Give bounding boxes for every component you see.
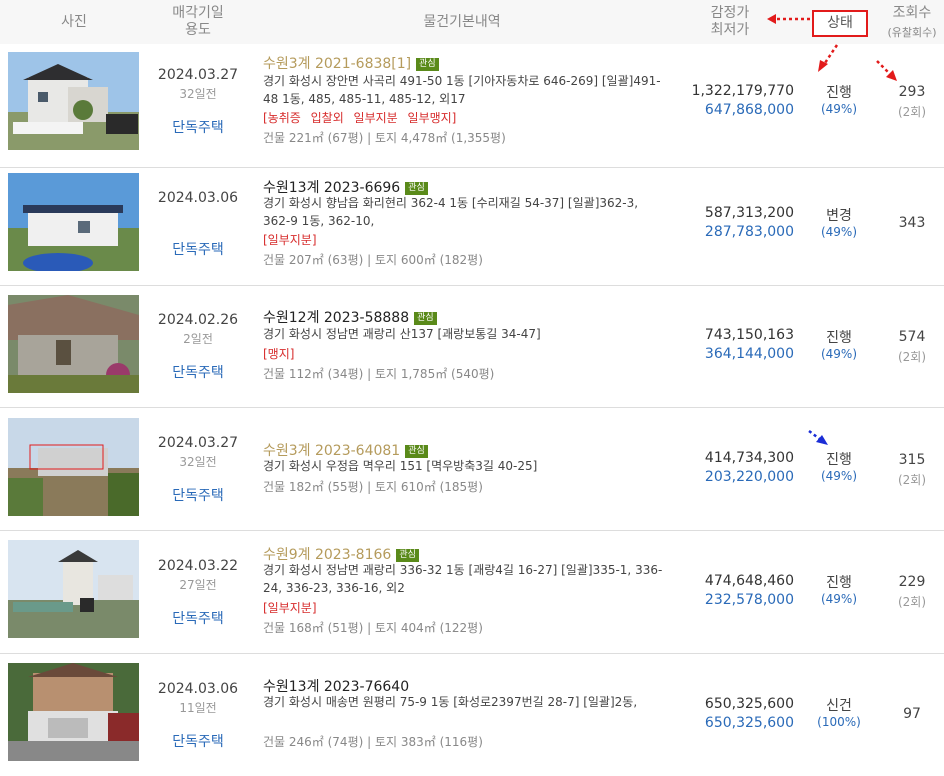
interest-tag[interactable]: 관심 (414, 312, 437, 325)
status-percent: (100%) (817, 715, 861, 729)
table-row[interactable]: 2024.03.06 단독주택 수원13계 2023-6696 관심 경기 화성시… (0, 163, 944, 286)
usage-type-link[interactable]: 단독주택 (146, 362, 250, 382)
min-price: 364,144,000 (704, 346, 794, 362)
interest-tag[interactable]: 관심 (416, 58, 439, 71)
property-area: 건물 112㎡ (34평) | 토지 1,785㎡ (540평) (263, 367, 495, 381)
min-price: 287,783,000 (704, 224, 794, 240)
header-photo: 사진 (61, 14, 87, 30)
header-appraisal[interactable]: 감정가 (700, 5, 760, 22)
usage-type-link[interactable]: 단독주택 (146, 485, 250, 505)
case-number[interactable]: 수원12계 2023-58888 (263, 310, 409, 326)
appraisal-price: 414,734,300 (704, 450, 794, 466)
property-area: 건물 246㎡ (74평) | 토지 383㎡ (116평) (263, 735, 483, 749)
property-area: 건물 207㎡ (63평) | 토지 600㎡ (182평) (263, 253, 483, 267)
table-row[interactable]: 2024.03.27 32일전 단독주택 수원3계 2023-64081 관심 경… (0, 408, 944, 531)
property-address: 경기 화성시 정남면 괘랑리 336-32 1동 [괘랑4길 16-27] [일… (263, 563, 663, 595)
days-ago: 32일전 (179, 455, 217, 469)
case-number-link[interactable]: 수원12계 2023-58888 관심 (263, 307, 437, 327)
status-percent: (49%) (820, 592, 858, 606)
header-details: 물건기본내역 (423, 14, 501, 30)
status-percent: (49%) (820, 469, 858, 483)
usage-type-link[interactable]: 단독주택 (146, 239, 250, 259)
property-photo[interactable] (8, 418, 139, 516)
property-flags: [일부지분] (263, 601, 317, 615)
table-row[interactable]: 2024.03.22 27일전 단독주택 수원9계 2023-8166 관심 경기… (0, 531, 944, 654)
header-sale-date: 매각기일 (172, 5, 224, 21)
status-percent: (49%) (820, 225, 858, 239)
property-photo[interactable] (8, 540, 139, 638)
usage-type-link[interactable]: 단독주택 (146, 731, 250, 751)
status-text: 진행 (826, 85, 852, 101)
days-ago: 32일전 (179, 87, 217, 101)
status-text: 진행 (826, 575, 852, 591)
table-row[interactable]: 2024.03.06 11일전 단독주택 수원13계 2023-76640 경기… (0, 654, 944, 776)
header-views[interactable]: 조회수 (880, 5, 944, 22)
appraisal-price: 1,322,179,770 (691, 83, 794, 99)
property-photo[interactable] (8, 663, 139, 761)
status-text: 진행 (826, 330, 852, 346)
header-status-highlight[interactable]: 상태 (812, 10, 868, 37)
property-area: 건물 221㎡ (67평) | 토지 4,478㎡ (1,355평) (263, 131, 506, 145)
sale-date: 2024.03.22 (157, 558, 239, 574)
property-address: 경기 화성시 장안면 사곡리 491-50 1동 [기아자동차로 646-269… (263, 74, 661, 106)
property-flags: [일부지분] (263, 233, 317, 247)
sale-date: 2024.03.27 (157, 67, 239, 83)
sale-date: 2024.03.27 (157, 435, 239, 451)
table-row[interactable]: 2024.03.27 32일전 단독주택 수원3계 2021-6838[1] 관심… (0, 45, 944, 168)
table-row[interactable]: 2024.02.26 2일전 단독주택 수원12계 2023-58888 관심 경… (0, 285, 944, 408)
failed-count: (2회) (897, 350, 927, 364)
view-count: 229 (898, 574, 926, 590)
status-text: 진행 (826, 452, 852, 468)
sale-date: 2024.03.06 (157, 681, 239, 697)
view-count: 315 (898, 452, 926, 468)
usage-type-link[interactable]: 단독주택 (146, 117, 250, 137)
property-address: 경기 화성시 향남읍 화리현리 362-4 1동 [수리재길 54-37] [일… (263, 196, 639, 228)
usage-type-link[interactable]: 단독주택 (146, 608, 250, 628)
property-area: 건물 182㎡ (55평) | 토지 610㎡ (185평) (263, 480, 483, 494)
property-flags: [농취증 입찰외 일부지분 일부맹지] (263, 111, 457, 125)
failed-count: (2회) (897, 595, 927, 609)
view-count: 343 (898, 215, 926, 231)
appraisal-price: 650,325,600 (704, 696, 794, 712)
property-address: 경기 화성시 정남면 괘랑리 산137 [괘랑보통길 34-47] (263, 327, 541, 341)
property-address: 경기 화성시 매송면 원평리 75-9 1동 [화성로2397번길 28-7] … (263, 695, 638, 709)
failed-count: (2회) (897, 473, 927, 487)
header-failed-count: (유찰회수) (887, 26, 937, 39)
property-photo[interactable] (8, 52, 139, 150)
status-text: 신건 (826, 698, 852, 714)
property-address: 경기 화성시 우정읍 멱우리 151 [멱우방축3길 40-25] (263, 459, 538, 473)
sale-date: 2024.03.06 (157, 190, 239, 206)
appraisal-price: 743,150,163 (704, 327, 794, 343)
view-count: 574 (898, 329, 926, 345)
case-number-link[interactable]: 수원3계 2021-6838[1] 관심 (263, 53, 439, 73)
view-count: 293 (898, 84, 926, 100)
status-percent: (49%) (820, 102, 858, 116)
status-percent: (49%) (820, 347, 858, 361)
min-price: 232,578,000 (704, 592, 794, 608)
days-ago: 27일전 (179, 578, 217, 592)
days-ago: 11일전 (179, 701, 217, 715)
property-flags: [맹지] (263, 347, 295, 361)
days-ago: 2일전 (183, 332, 213, 346)
header-min-price[interactable]: 최저가 (700, 22, 760, 39)
min-price: 647,868,000 (704, 102, 794, 118)
annotation-arrow-left-icon (767, 14, 810, 24)
failed-count: (2회) (897, 105, 927, 119)
min-price: 203,220,000 (704, 469, 794, 485)
property-photo[interactable] (8, 295, 139, 393)
case-number[interactable]: 수원3계 2021-6838[1] (263, 56, 411, 72)
appraisal-price: 474,648,460 (704, 573, 794, 589)
view-count: 97 (903, 706, 921, 722)
status-text: 변경 (826, 208, 852, 224)
sale-date: 2024.02.26 (157, 312, 239, 328)
appraisal-price: 587,313,200 (704, 205, 794, 221)
property-area: 건물 168㎡ (51평) | 토지 404㎡ (122평) (263, 621, 483, 635)
header-usage: 용도 (185, 22, 211, 38)
property-photo[interactable] (8, 173, 139, 271)
min-price: 650,325,600 (704, 715, 794, 731)
